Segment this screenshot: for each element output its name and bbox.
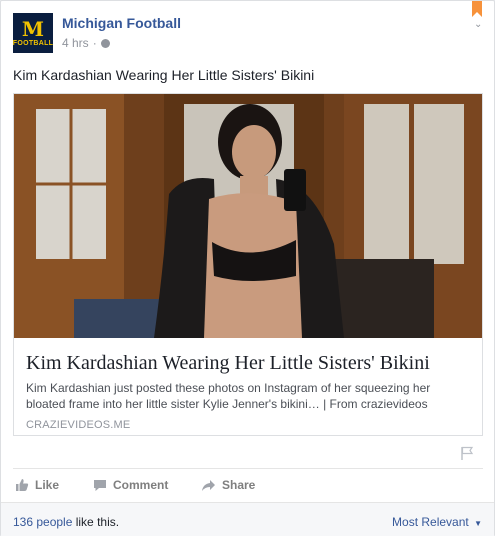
- post-footer: 136 people like this. Most Relevant ▼: [1, 502, 494, 536]
- share-icon: [202, 479, 215, 491]
- avatar-letter: M: [21, 17, 45, 41]
- likes-count-link[interactable]: 136 people: [13, 515, 72, 529]
- like-button[interactable]: Like: [15, 478, 59, 492]
- post-card: M FOOTBALL Michigan Football 4 hrs · ⌄ K…: [0, 0, 495, 536]
- flag-icon[interactable]: [460, 446, 474, 460]
- caret-down-icon: ▼: [474, 519, 482, 528]
- post-time[interactable]: 4 hrs: [62, 36, 89, 50]
- share-button[interactable]: Share: [201, 478, 255, 492]
- bookmark-icon[interactable]: [470, 1, 484, 19]
- avatar-caption: FOOTBALL: [12, 40, 54, 47]
- actions-divider: [13, 468, 483, 469]
- page-avatar[interactable]: M FOOTBALL: [13, 13, 53, 53]
- globe-icon: [100, 38, 110, 48]
- likes-suffix: like this.: [72, 515, 120, 529]
- link-preview-image[interactable]: [14, 94, 482, 338]
- link-domain: CRAZIEVIDEOS.ME: [26, 419, 131, 431]
- link-preview[interactable]: Kim Kardashian Wearing Her Little Sister…: [13, 93, 483, 436]
- chevron-down-icon[interactable]: ⌄: [474, 19, 482, 30]
- sort-dropdown[interactable]: Most Relevant ▼: [392, 515, 482, 529]
- meta-separator: ·: [92, 36, 97, 50]
- like-icon: [16, 479, 29, 491]
- page-name-link[interactable]: Michigan Football: [62, 15, 181, 31]
- sort-label: Most Relevant: [392, 515, 469, 529]
- post-meta: 4 hrs ·: [62, 36, 110, 50]
- post-text: Kim Kardashian Wearing Her Little Sister…: [13, 67, 315, 83]
- comment-label: Comment: [113, 478, 169, 492]
- comment-icon: [94, 479, 106, 491]
- link-title[interactable]: Kim Kardashian Wearing Her Little Sister…: [26, 352, 471, 375]
- share-label: Share: [222, 478, 256, 492]
- comment-button[interactable]: Comment: [93, 478, 168, 492]
- likes-summary: 136 people like this.: [13, 515, 119, 529]
- selfie-photo: [14, 94, 482, 338]
- like-label: Like: [35, 478, 60, 492]
- link-description: Kim Kardashian just posted these photos …: [26, 381, 431, 411]
